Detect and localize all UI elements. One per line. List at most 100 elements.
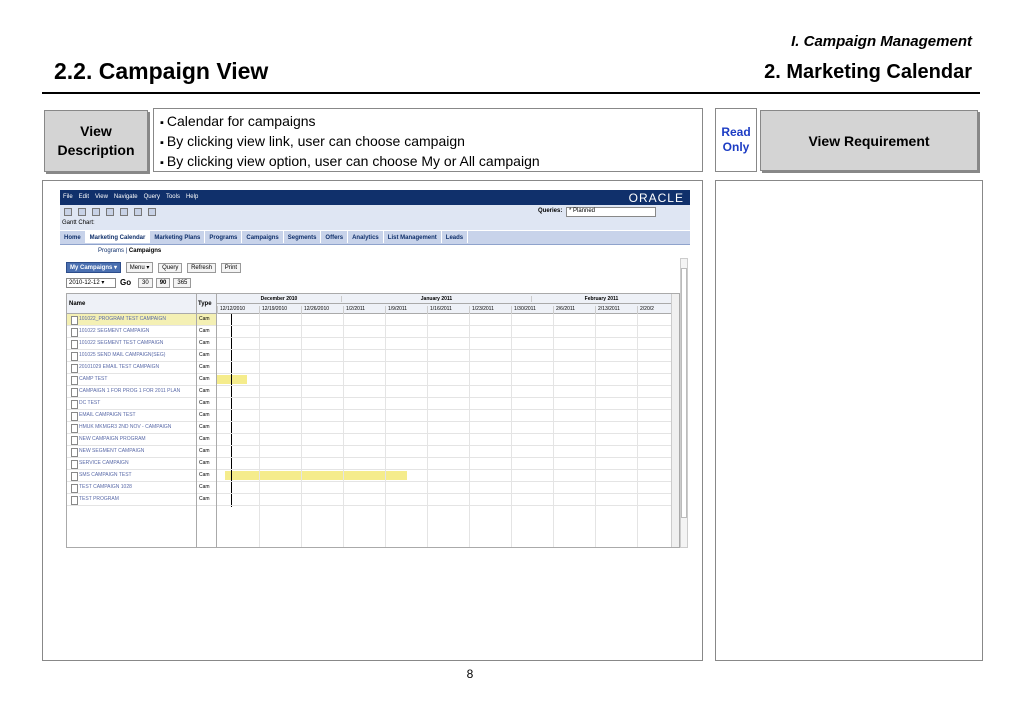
print-button[interactable]: Print [220, 263, 242, 273]
campaign-row[interactable]: 101025 SEND MAIL CAMPAIGN(SEG) [67, 350, 196, 362]
campaign-row[interactable]: TEST PROGRAM [67, 494, 196, 506]
requirement-panel [715, 180, 983, 661]
access-line1: Read [721, 125, 751, 139]
date-input[interactable]: 2010-12-12 ▾ [66, 278, 116, 288]
campaign-row[interactable]: DC TEST [67, 398, 196, 410]
grid-column-line [511, 314, 512, 547]
subtab-programs[interactable]: Programs [98, 248, 124, 254]
gantt-grid: Name 101022_PROGRAM TEST CAMPAIGN 101022 … [66, 293, 680, 548]
grid-row-line [217, 481, 671, 482]
week-label: 1/16/2011 [427, 306, 469, 314]
name-column: Name 101022_PROGRAM TEST CAMPAIGN 101022 … [67, 294, 197, 547]
refresh-button[interactable]: Refresh [187, 263, 217, 273]
campaign-row[interactable]: SMS CAMPAIGN TEST [67, 470, 196, 482]
week-label: 1/23/2011 [469, 306, 511, 314]
campaign-bar[interactable] [217, 375, 247, 384]
edit-icon[interactable] [92, 208, 100, 216]
campaign-row[interactable]: NEW CAMPAIGN PROGRAM [67, 434, 196, 446]
campaign-row[interactable]: SERVICE CAMPAIGN [67, 458, 196, 470]
range-90-button[interactable]: 90 [155, 278, 171, 288]
campaign-row[interactable]: EMAIL CAMPAIGN TEST [67, 410, 196, 422]
my-campaigns-select[interactable]: My Campaigns ▾ [66, 262, 122, 273]
tab-segments[interactable]: Segments [284, 231, 322, 243]
tab-list-management[interactable]: List Management [384, 231, 442, 243]
campaign-row[interactable]: NEW SEGMENT CAMPAIGN [67, 446, 196, 458]
tab-campaigns[interactable]: Campaigns [242, 231, 284, 243]
grid-column-line [343, 314, 344, 547]
gantt-timeline: December 2010 January 2011 February 2011… [217, 294, 671, 547]
grid-column-line [637, 314, 638, 547]
menu-file[interactable]: File [60, 190, 76, 204]
campaign-row[interactable]: 101022 SEGMENT TEST CAMPAIGN [67, 338, 196, 350]
month-header-row: December 2010 January 2011 February 2011 [217, 294, 671, 304]
back-icon[interactable] [64, 208, 72, 216]
tab-analytics[interactable]: Analytics [348, 231, 384, 243]
grid-row-line [217, 433, 671, 434]
tab-marketing-plans[interactable]: Marketing Plans [150, 231, 206, 243]
query-button[interactable]: Query [158, 263, 183, 273]
range-30-button[interactable]: 30 [138, 278, 153, 288]
tab-offers[interactable]: Offers [321, 231, 349, 243]
menu-edit[interactable]: Edit [76, 190, 92, 204]
menu-help[interactable]: Help [183, 190, 201, 204]
print-icon[interactable] [120, 208, 128, 216]
menu-navigate[interactable]: Navigate [111, 190, 141, 204]
grid-row-line [217, 469, 671, 470]
refresh-icon[interactable] [134, 208, 142, 216]
week-label: 2/6/2011 [553, 306, 595, 314]
go-button[interactable]: Go [120, 278, 131, 287]
month-label: February 2011 [531, 296, 671, 302]
week-label: 12/12/2010 [217, 306, 259, 314]
campaign-row[interactable]: 101022 SEGMENT CAMPAIGN [67, 326, 196, 338]
name-header: Name [67, 294, 196, 314]
view-description-label-line2: Description [57, 142, 135, 158]
range-buttons: 30 90 365 [138, 278, 194, 288]
subtab-bar: Programs | Campaigns [98, 248, 162, 254]
month-label: January 2011 [341, 296, 531, 302]
menu-view[interactable]: View [92, 190, 111, 204]
action-bar: My Campaigns ▾ Menu ▾ Query Refresh Prin… [66, 262, 244, 273]
campaign-type-cell: Cam [197, 362, 216, 374]
tab-marketing-calendar[interactable]: Marketing Calendar [85, 231, 151, 243]
app-toolbar: Queries: * Planned [60, 205, 690, 220]
grid-row-line [217, 349, 671, 350]
week-label: 1/9/2011 [385, 306, 427, 314]
tab-programs[interactable]: Programs [205, 231, 243, 243]
tab-leads[interactable]: Leads [442, 231, 469, 243]
campaign-bar[interactable] [225, 471, 407, 480]
grid-row-line [217, 385, 671, 386]
campaign-row[interactable]: 101022_PROGRAM TEST CAMPAIGN [67, 314, 196, 326]
range-365-button[interactable]: 365 [173, 278, 192, 288]
title-divider [42, 92, 980, 94]
campaign-type-cell: Cam [197, 458, 216, 470]
campaign-type-cell: Cam [197, 398, 216, 410]
menu-query[interactable]: Query [141, 190, 163, 204]
campaign-row[interactable]: CAMPAIGN 1 FOR PROG 1 FOR 2011 PLAN [67, 386, 196, 398]
view-description-list: Calendar for campaigns By clicking view … [153, 108, 703, 172]
campaign-row[interactable]: TEST CAMPAIGN 1028 [67, 482, 196, 494]
access-badge: Read Only [715, 108, 757, 172]
grid-column-line [301, 314, 302, 547]
month-label: December 2010 [260, 296, 298, 302]
page-scrollbar-thumb[interactable] [681, 268, 687, 518]
queries-label: Queries: [538, 208, 563, 214]
week-header-row: 12/12/2010 12/19/2010 12/26/2010 1/2/2011 1/… [217, 304, 671, 314]
view-requirement-label: View Requirement [760, 110, 978, 171]
queries-select[interactable]: * Planned [566, 207, 656, 217]
tab-home[interactable]: Home [60, 231, 86, 243]
campaign-type-cell: Cam [197, 350, 216, 362]
delete-icon[interactable] [148, 208, 156, 216]
campaign-row[interactable]: HMUK MKMGR3 2ND NOV - CAMPAIGN [67, 422, 196, 434]
subsection-title: 2. Marketing Calendar [764, 61, 972, 83]
campaign-row[interactable]: CAMP TEST [67, 374, 196, 386]
menu-button[interactable]: Menu ▾ [125, 262, 154, 273]
binoculars-icon[interactable] [78, 208, 86, 216]
campaign-row[interactable]: 20101029 EMAIL TEST CAMPAIGN [67, 362, 196, 374]
grid-row-line [217, 457, 671, 458]
grid-scrollbar[interactable] [671, 294, 679, 547]
view-description-label: View Description [44, 110, 148, 172]
save-icon[interactable] [106, 208, 114, 216]
subtab-campaigns[interactable]: Campaigns [129, 248, 161, 254]
menu-tools[interactable]: Tools [163, 190, 183, 204]
campaign-type-cell: Cam [197, 494, 216, 506]
